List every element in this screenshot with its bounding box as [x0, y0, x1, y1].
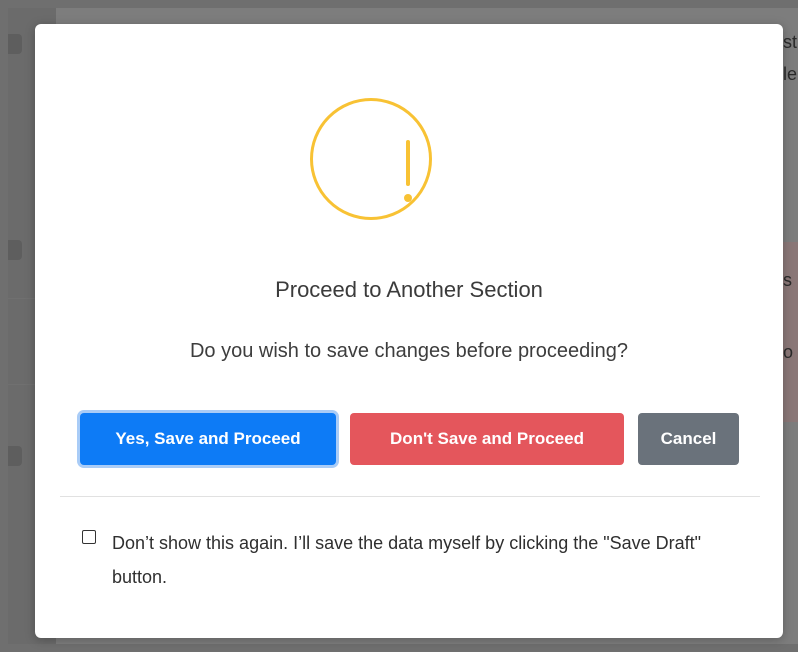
exclamation-warning-icon	[310, 98, 432, 220]
dont-show-again-label[interactable]: Don’t show this again. I’ll save the dat…	[112, 526, 732, 594]
save-and-proceed-button[interactable]: Yes, Save and Proceed	[80, 413, 336, 465]
dialog-message: Do you wish to save changes before proce…	[189, 340, 629, 362]
exclamation-mark-icon	[406, 140, 410, 186]
background-text: s	[783, 270, 792, 290]
background-right-column: st le s o	[783, 8, 798, 644]
dialog-divider	[60, 496, 760, 497]
background-item	[8, 34, 22, 54]
background-item	[8, 240, 22, 260]
dont-save-and-proceed-button[interactable]: Don't Save and Proceed	[350, 413, 624, 465]
exclamation-dot-icon	[404, 194, 412, 202]
background-alert-panel	[783, 242, 798, 422]
dont-show-again-checkbox[interactable]	[82, 530, 96, 544]
background-text: st	[783, 32, 798, 52]
background-text: o	[783, 342, 794, 362]
background-text: le	[783, 64, 798, 84]
cancel-button[interactable]: Cancel	[638, 413, 739, 465]
background-item	[8, 446, 22, 466]
dialog-title: Proceed to Another Section	[275, 277, 543, 302]
